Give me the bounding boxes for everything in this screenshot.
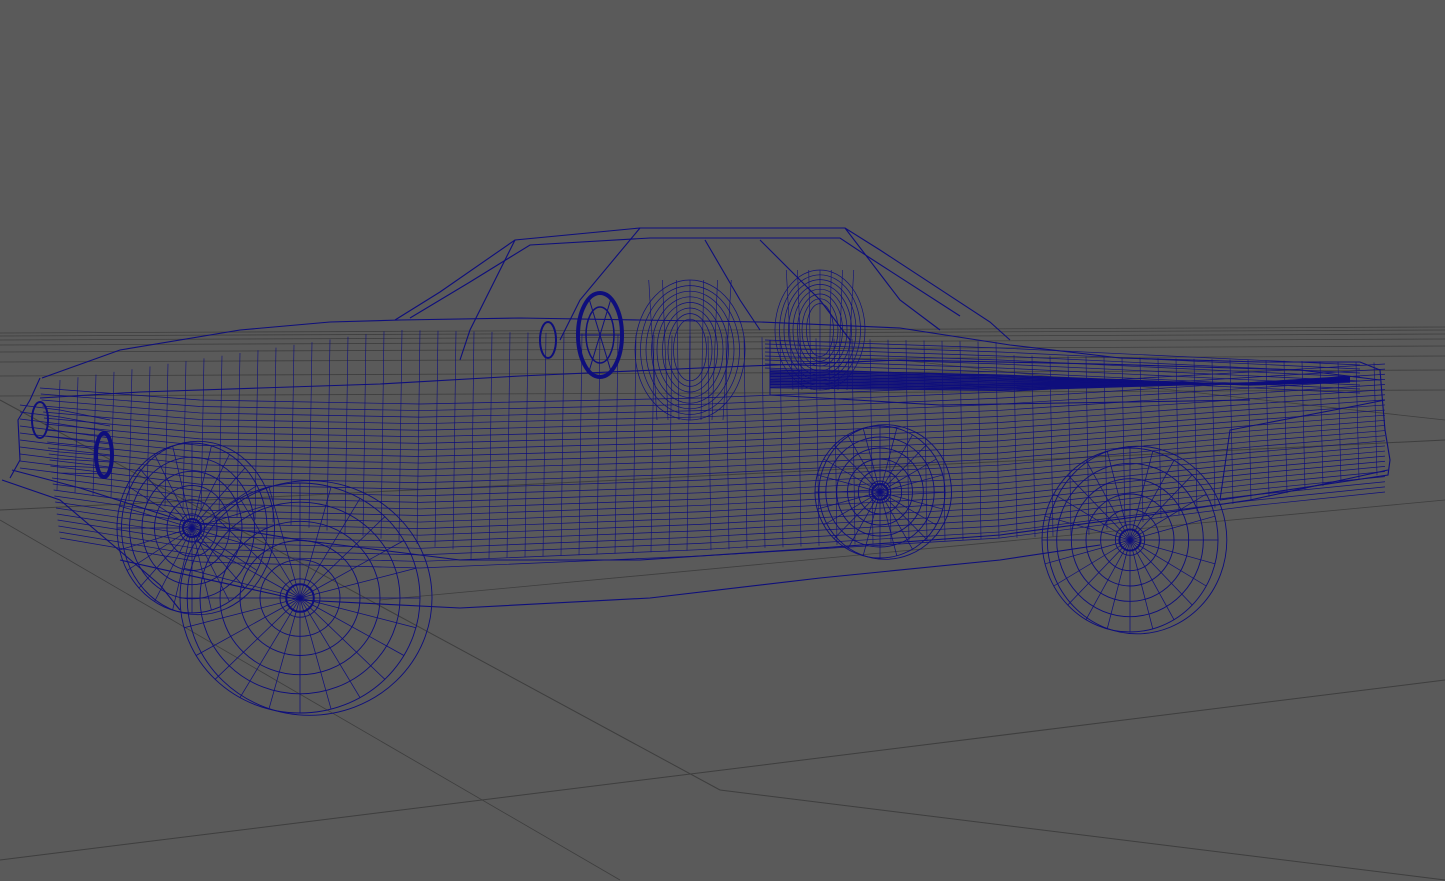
seats (634, 269, 866, 421)
car-body (1, 227, 1391, 611)
steering-wheel (539, 291, 624, 379)
front-left-wheel (179, 480, 433, 716)
viewport-canvas[interactable] (0, 0, 1445, 881)
3d-viewport[interactable] (0, 0, 1445, 881)
